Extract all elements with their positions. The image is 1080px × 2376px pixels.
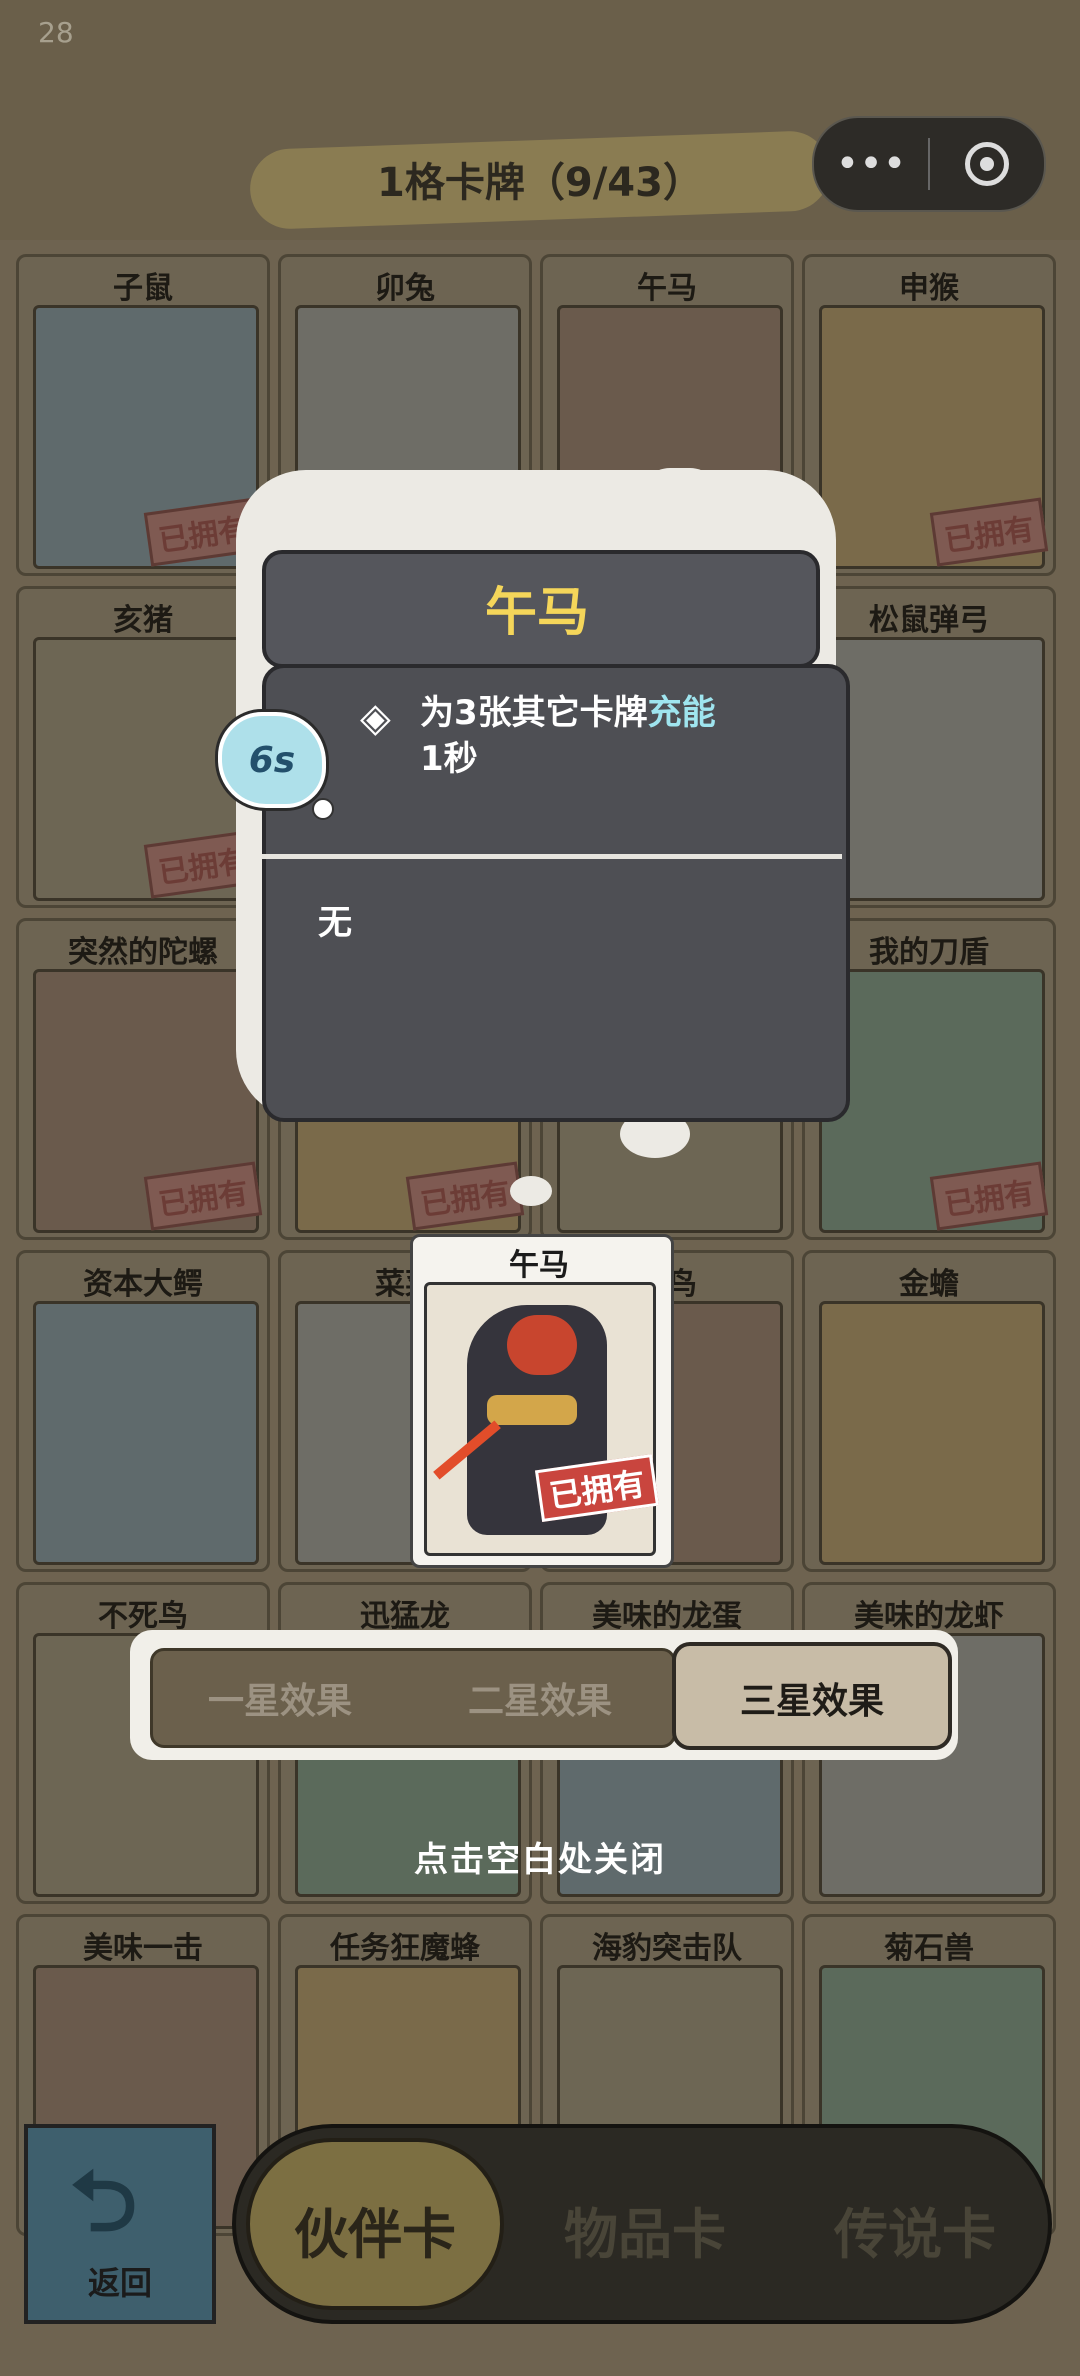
close-hint[interactable]: 点击空白处关闭 xyxy=(0,1832,1080,1881)
preview-card-art xyxy=(424,1282,656,1556)
card-tile[interactable]: 金蟾 xyxy=(802,1250,1056,1572)
effect-text: 为3张其它卡牌充能 1秒 xyxy=(420,693,716,779)
tab-partner-cards[interactable]: 伙伴卡 xyxy=(246,2190,504,2269)
card-tile-art xyxy=(33,1301,259,1565)
card-tile-name: 迅猛龙 xyxy=(360,1599,450,1634)
card-tile[interactable]: 子鼠 已拥有 xyxy=(16,254,270,576)
secondary-effect: 无 xyxy=(318,903,352,943)
back-label: 返回 xyxy=(87,2264,152,2302)
card-tile-name: 卯兔 xyxy=(375,271,435,306)
card-tile[interactable]: 申猴 已拥有 xyxy=(802,254,1056,576)
card-tile-name: 申猴 xyxy=(899,271,959,306)
mini-program-capsule: ••• xyxy=(812,116,1046,212)
card-tile[interactable]: 突然的陀螺 已拥有 xyxy=(16,918,270,1240)
card-tile-name: 美味一击 xyxy=(83,1931,203,1966)
card-tile-name: 金蟾 xyxy=(899,1267,959,1302)
diamond-icon: ◈ xyxy=(360,695,391,741)
card-tile-name: 不死鸟 xyxy=(98,1599,188,1634)
target-icon[interactable] xyxy=(930,142,1044,186)
tab-one-star[interactable]: 一星效果 xyxy=(150,1672,410,1724)
card-tile-name: 美味的龙虾 xyxy=(854,1599,1004,1634)
card-tile-name: 美味的龙蛋 xyxy=(592,1599,742,1634)
tab-two-star[interactable]: 二星效果 xyxy=(410,1672,670,1724)
card-tile[interactable]: 资本大鳄 xyxy=(16,1250,270,1572)
card-tile-art xyxy=(819,1301,1045,1565)
cooldown-badge: 6s xyxy=(218,712,326,808)
preview-card-name: 午马 xyxy=(509,1248,569,1283)
card-tile-name: 任务狂魔蜂 xyxy=(330,1931,480,1966)
card-tile-name: 亥猪 xyxy=(113,603,173,638)
card-tile-art xyxy=(819,637,1045,901)
card-tile-name: 松鼠弹弓 xyxy=(869,603,989,638)
card-tile-name: 子鼠 xyxy=(113,271,173,306)
status-number: 28 xyxy=(38,16,74,49)
tab-legend-cards[interactable]: 传说卡 xyxy=(790,2190,1040,2269)
card-tile-name: 突然的陀螺 xyxy=(68,935,218,970)
tab-item-cards[interactable]: 物品卡 xyxy=(520,2190,770,2269)
tab-three-star[interactable]: 三星效果 xyxy=(672,1672,952,1724)
card-tile-name: 菊石兽 xyxy=(884,1931,974,1966)
more-dots-icon[interactable]: ••• xyxy=(814,144,928,184)
card-tile-name: 资本大鳄 xyxy=(83,1267,203,1302)
card-tile-name: 午马 xyxy=(637,271,697,306)
card-tile-name: 海豹突击队 xyxy=(592,1931,742,1966)
popup-title: 午马 xyxy=(484,583,589,643)
